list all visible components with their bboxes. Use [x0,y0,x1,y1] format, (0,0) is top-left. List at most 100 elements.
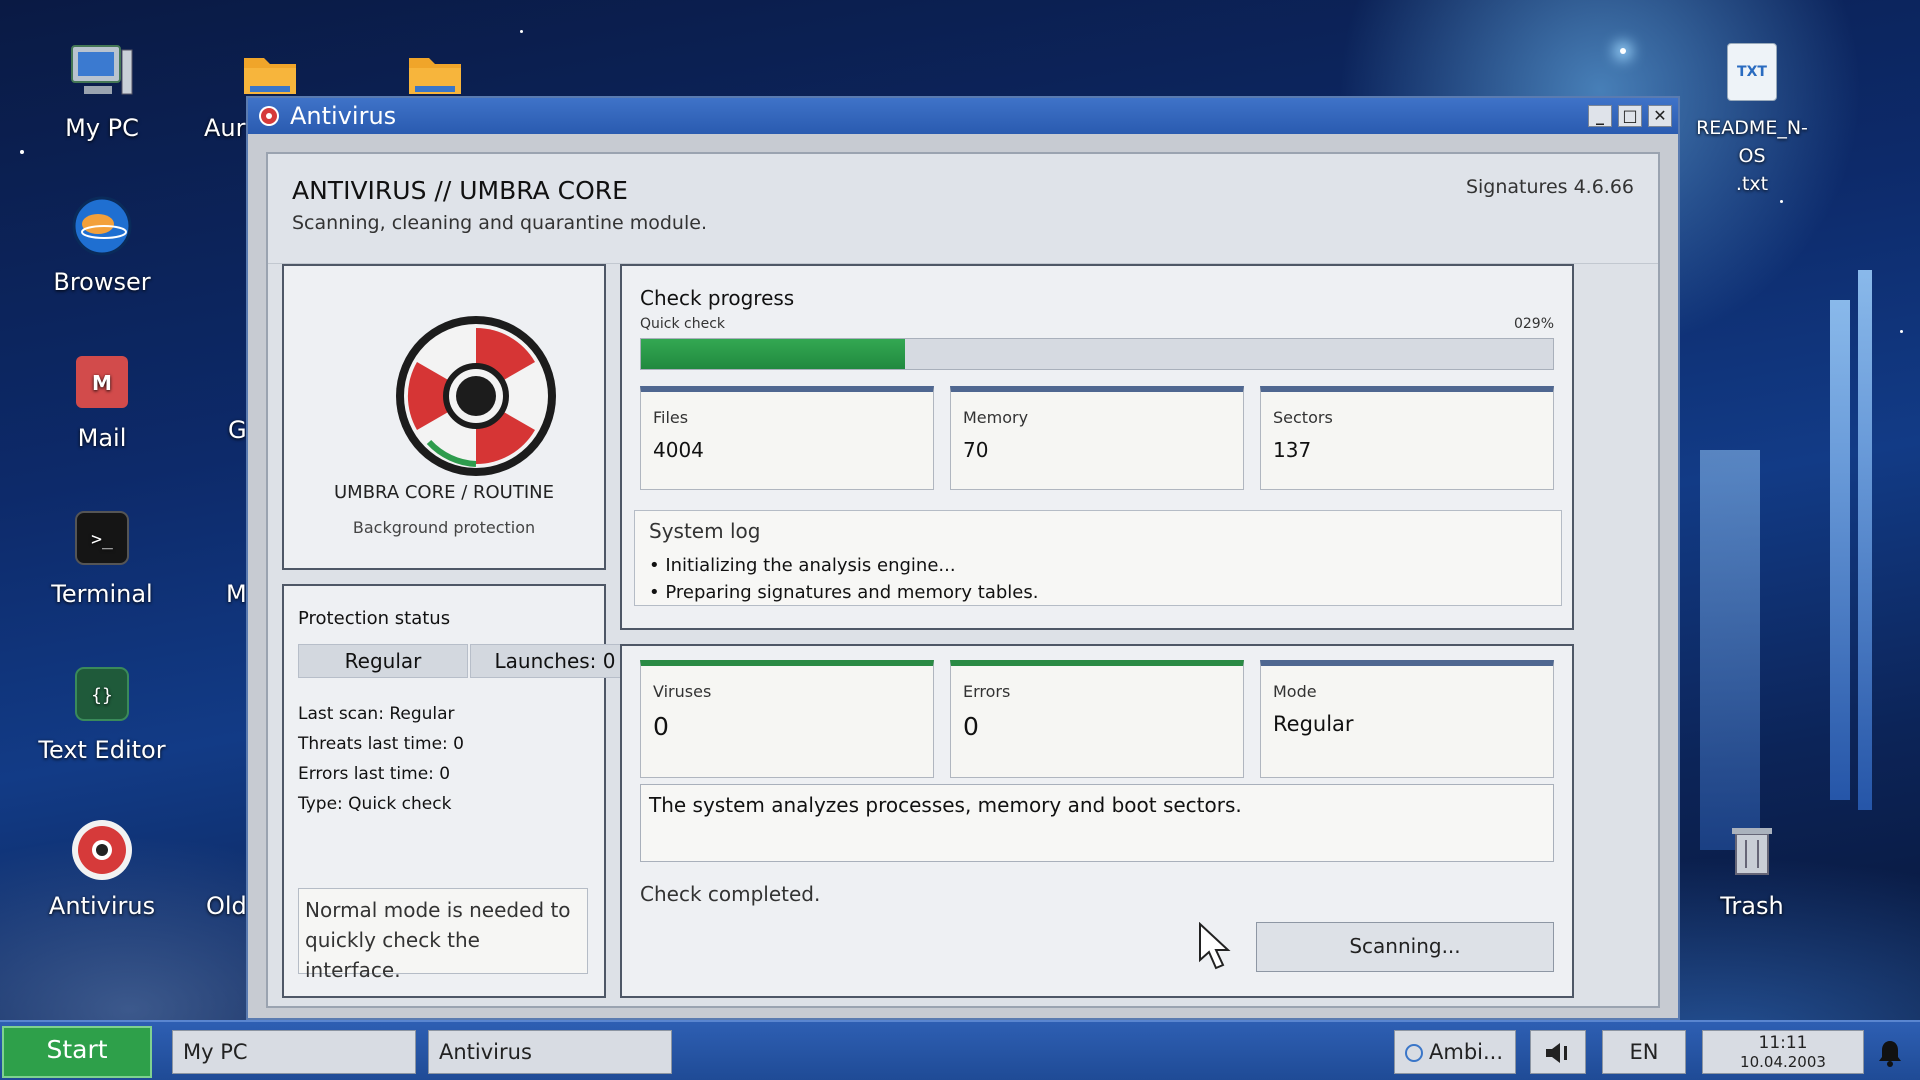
window-title: Antivirus [290,102,397,130]
check-status-text: Check completed. [640,882,821,906]
lifebuoy-icon [70,818,134,882]
mode-label: Mode [1273,682,1317,701]
lifebuoy-icon [259,106,279,126]
errors-value: 0 [963,712,979,741]
folder-icon [403,40,467,104]
mail-icon: M [70,350,134,414]
memory-card: Memory 70 [950,386,1244,490]
close-button[interactable]: ✕ [1648,105,1672,127]
window-client: ANTIVIRUS // UMBRA CORE Scanning, cleani… [266,152,1660,1008]
type-text: Type: Quick check [298,794,452,814]
desktop-icon-my-pc[interactable]: My PC [27,40,177,142]
antivirus-window[interactable]: Antivirus _ □ ✕ ANTIVIRUS // UMBRA CORE … [246,96,1680,1020]
minimize-button[interactable]: _ [1588,105,1612,127]
trash-icon [1720,818,1784,882]
progress-title: Check progress [640,286,795,310]
mode-card: Mode Regular [1260,660,1554,778]
desktop-icon-browser[interactable]: Browser [27,194,177,296]
protection-status-title: Protection status [298,608,451,629]
code-braces-icon: {} [70,662,134,726]
desktop-icon-text-editor[interactable]: {} Text Editor [27,662,177,764]
svg-text:>_: >_ [91,529,113,550]
sectors-value: 137 [1273,438,1312,462]
taskbar: Start My PC Antivirus Ambi... EN 11:11 1… [0,1020,1920,1080]
log-line: • Preparing signatures and memory tables… [649,582,1039,603]
speaker-icon [1546,1043,1567,1063]
desktop-icon-partial-m[interactable]: M [226,580,248,608]
desktop-icon-label: G [228,416,247,444]
signatures-version: Signatures 4.6.66 [1465,176,1634,198]
system-log[interactable]: System log • Initializing the analysis e… [634,510,1562,606]
globe-icon [70,194,134,258]
volume-button[interactable] [1530,1030,1586,1074]
launches-chip: Launches: 0 [470,644,640,678]
desktop-icon-antivirus[interactable]: Antivirus [27,818,177,920]
mode-note: Normal mode is needed to quickly check t… [298,888,588,982]
threats-text: Threats last time: 0 [298,734,464,754]
start-button[interactable]: Start [2,1026,152,1078]
desktop-icon-label: Mail [77,424,127,452]
desktop-icon-label: Text Editor [38,736,166,764]
desktop-icon-label: Antivirus [48,892,156,920]
desktop-icon-readme[interactable]: TXT README_N-OS .txt [1684,40,1820,198]
computer-icon [70,40,134,104]
terminal-icon: >_ [70,506,134,570]
desktop-icon-trash[interactable]: Trash [1686,818,1818,920]
memory-value: 70 [963,438,989,462]
ambient-button[interactable]: Ambi... [1394,1030,1516,1074]
files-card: Files 4004 [640,386,934,490]
mode-chip[interactable]: Regular [298,644,468,678]
progress-bar [640,338,1554,370]
desktop-icon-label: Trash [1720,892,1784,920]
scan-button[interactable]: Scanning... [1256,922,1554,972]
results-panel: Viruses 0 Errors 0 Mode Regular The syst… [620,644,1574,998]
maximize-button[interactable]: □ [1618,105,1642,127]
progress-fill [641,339,906,369]
language-indicator[interactable]: EN [1602,1030,1686,1074]
task-antivirus[interactable]: Antivirus [428,1030,672,1074]
viruses-value: 0 [653,712,669,741]
scan-description: The system analyzes processes, memory an… [640,784,1554,862]
clock[interactable]: 11:11 10.04.2003 [1702,1030,1864,1074]
errors-label: Errors [963,682,1011,701]
desktop-icon-label: My PC [65,114,139,142]
desktop-icon-label: README_N-OS .txt [1696,117,1808,195]
svg-text:M: M [92,371,112,395]
sectors-card: Sectors 137 [1260,386,1554,490]
window-titlebar[interactable]: Antivirus _ □ ✕ [248,98,1678,134]
ambient-label: Ambi... [1429,1040,1504,1064]
errors-text: Errors last time: 0 [298,764,451,784]
desktop-icon-mail[interactable]: M Mail [27,350,177,452]
txt-file-icon: TXT [1720,40,1784,104]
engine-name: UMBRA CORE / ROUTINE [334,482,554,503]
clock-date: 10.04.2003 [1740,1053,1826,1071]
desktop-icon-label: Browser [53,268,151,296]
viruses-card: Viruses 0 [640,660,934,778]
desktop-icon-label: Terminal [51,580,153,608]
app-subtitle: Scanning, cleaning and quarantine module… [292,212,707,234]
logo-panel: UMBRA CORE / ROUTINE Background protecti… [282,264,606,570]
app-header: ANTIVIRUS // UMBRA CORE Scanning, cleani… [268,154,1658,264]
progress-panel: Check progress Quick check 029% Files 40… [620,264,1574,630]
task-my-pc[interactable]: My PC [172,1030,416,1074]
files-label: Files [653,408,689,427]
desktop-icon-partial-g[interactable]: G [228,416,248,444]
svg-text:{}: {} [91,685,113,706]
check-type-label: Quick check [640,316,726,332]
bell-icon[interactable] [1876,1038,1904,1068]
desktop-icon-terminal[interactable]: >_ Terminal [27,506,177,608]
umbra-logo-icon [396,316,556,476]
viruses-label: Viruses [653,682,712,701]
txt-badge: TXT [1737,64,1767,80]
folder-icon [238,40,302,104]
desktop-icon-label: M [226,580,247,608]
app-title: ANTIVIRUS // UMBRA CORE [292,176,628,205]
log-line: • Initializing the analysis engine... [649,555,956,576]
progress-percent: 029% [1513,316,1554,332]
files-value: 4004 [653,438,704,462]
engine-subtitle: Background protection [352,518,536,537]
errors-card: Errors 0 [950,660,1244,778]
memory-label: Memory [963,408,1029,427]
protection-status-panel: Protection status Regular Launches: 0 La… [282,584,640,998]
clock-time: 11:11 [1758,1033,1808,1053]
